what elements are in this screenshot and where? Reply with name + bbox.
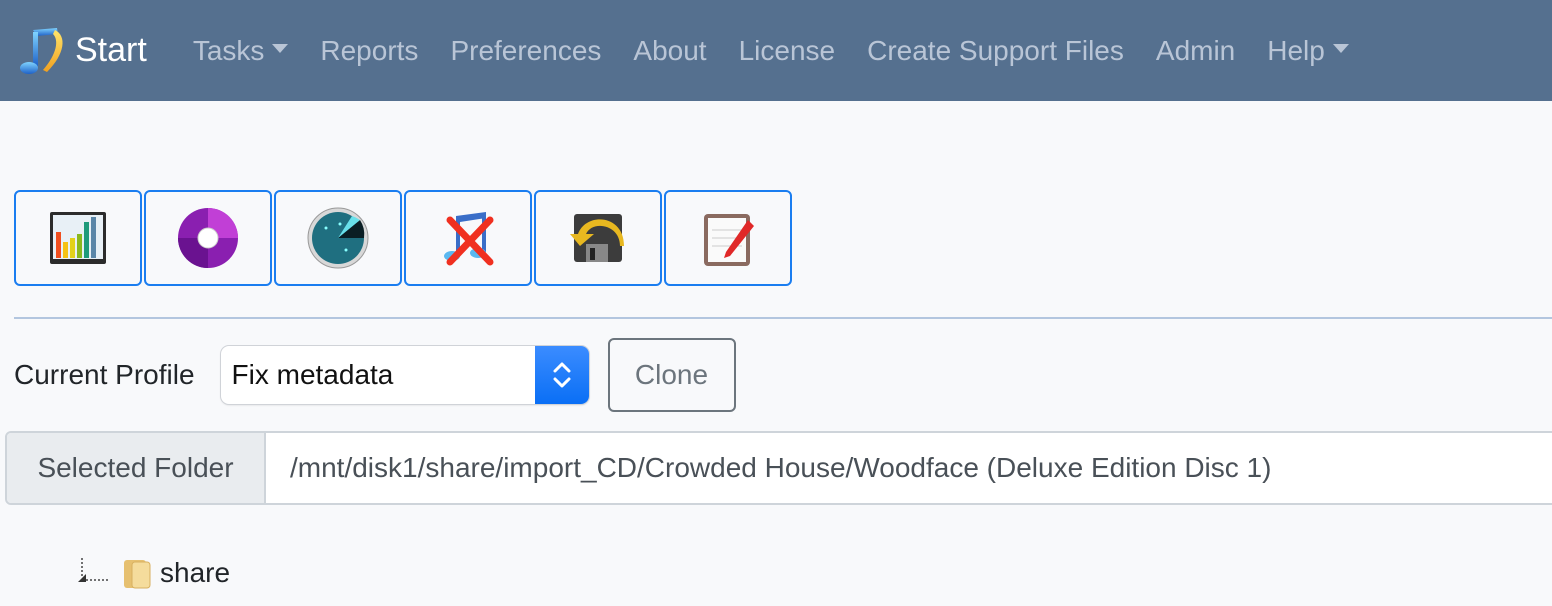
nav-reports[interactable]: Reports xyxy=(320,35,418,67)
nav-about-label: About xyxy=(633,34,707,66)
top-navbar: Start Tasks Reports Preferences About Li… xyxy=(0,0,1552,101)
task-toolbar xyxy=(14,190,794,286)
section-divider xyxy=(14,317,1552,319)
nav-license[interactable]: License xyxy=(739,35,836,67)
remove-music-button[interactable] xyxy=(404,190,532,286)
music-note-logo-icon xyxy=(20,27,63,74)
nav-create-support-files-label: Create Support Files xyxy=(867,34,1124,66)
folder-tree: share xyxy=(76,556,230,590)
brand-start-link[interactable]: Start xyxy=(17,24,147,78)
profile-select[interactable]: Fix metadata xyxy=(220,346,589,404)
nav-reports-label: Reports xyxy=(320,34,419,66)
nav-tasks-label: Tasks xyxy=(192,34,265,66)
bar-chart-icon xyxy=(50,212,106,264)
up-down-chevron-icon xyxy=(534,346,589,404)
profile-select-value: Fix metadata xyxy=(231,359,394,390)
nav-help[interactable]: Help xyxy=(1267,35,1349,67)
current-profile-label: Current Profile xyxy=(14,359,195,390)
nav-tasks[interactable]: Tasks xyxy=(193,35,289,67)
selected-folder-input[interactable] xyxy=(266,433,1552,503)
nav-help-label: Help xyxy=(1267,34,1325,66)
nav-create-support-files[interactable]: Create Support Files xyxy=(867,35,1124,67)
selected-folder-group: Selected Folder xyxy=(5,431,1552,505)
nav-preferences-label: Preferences xyxy=(450,34,602,66)
tree-node-share[interactable]: share xyxy=(160,557,230,589)
nav-admin-label: Admin xyxy=(1155,34,1236,66)
brand-label: Start xyxy=(75,31,147,69)
reports-chart-button[interactable] xyxy=(14,190,142,286)
music-delete-icon xyxy=(444,212,494,266)
profile-row: Current Profile Fix metadata Clone xyxy=(14,338,736,412)
radar-scan-button[interactable] xyxy=(274,190,402,286)
folder-icon xyxy=(124,560,151,589)
caret-down-icon xyxy=(272,44,289,53)
restore-button[interactable] xyxy=(534,190,662,286)
tree-expander-icon[interactable] xyxy=(76,558,112,588)
nav-license-label: License xyxy=(738,34,836,66)
caret-down-icon xyxy=(1332,44,1349,53)
radar-icon xyxy=(307,207,369,269)
notepad-edit-icon xyxy=(704,214,754,266)
cd-disc-icon xyxy=(178,208,238,268)
clone-button[interactable]: Clone xyxy=(607,338,736,412)
selected-folder-label: Selected Folder xyxy=(7,433,266,503)
edit-notes-button[interactable] xyxy=(664,190,792,286)
cd-button[interactable] xyxy=(144,190,272,286)
nav-preferences[interactable]: Preferences xyxy=(450,35,601,67)
save-undo-icon xyxy=(570,214,624,262)
nav-about[interactable]: About xyxy=(633,35,706,67)
nav-admin[interactable]: Admin xyxy=(1156,35,1235,67)
